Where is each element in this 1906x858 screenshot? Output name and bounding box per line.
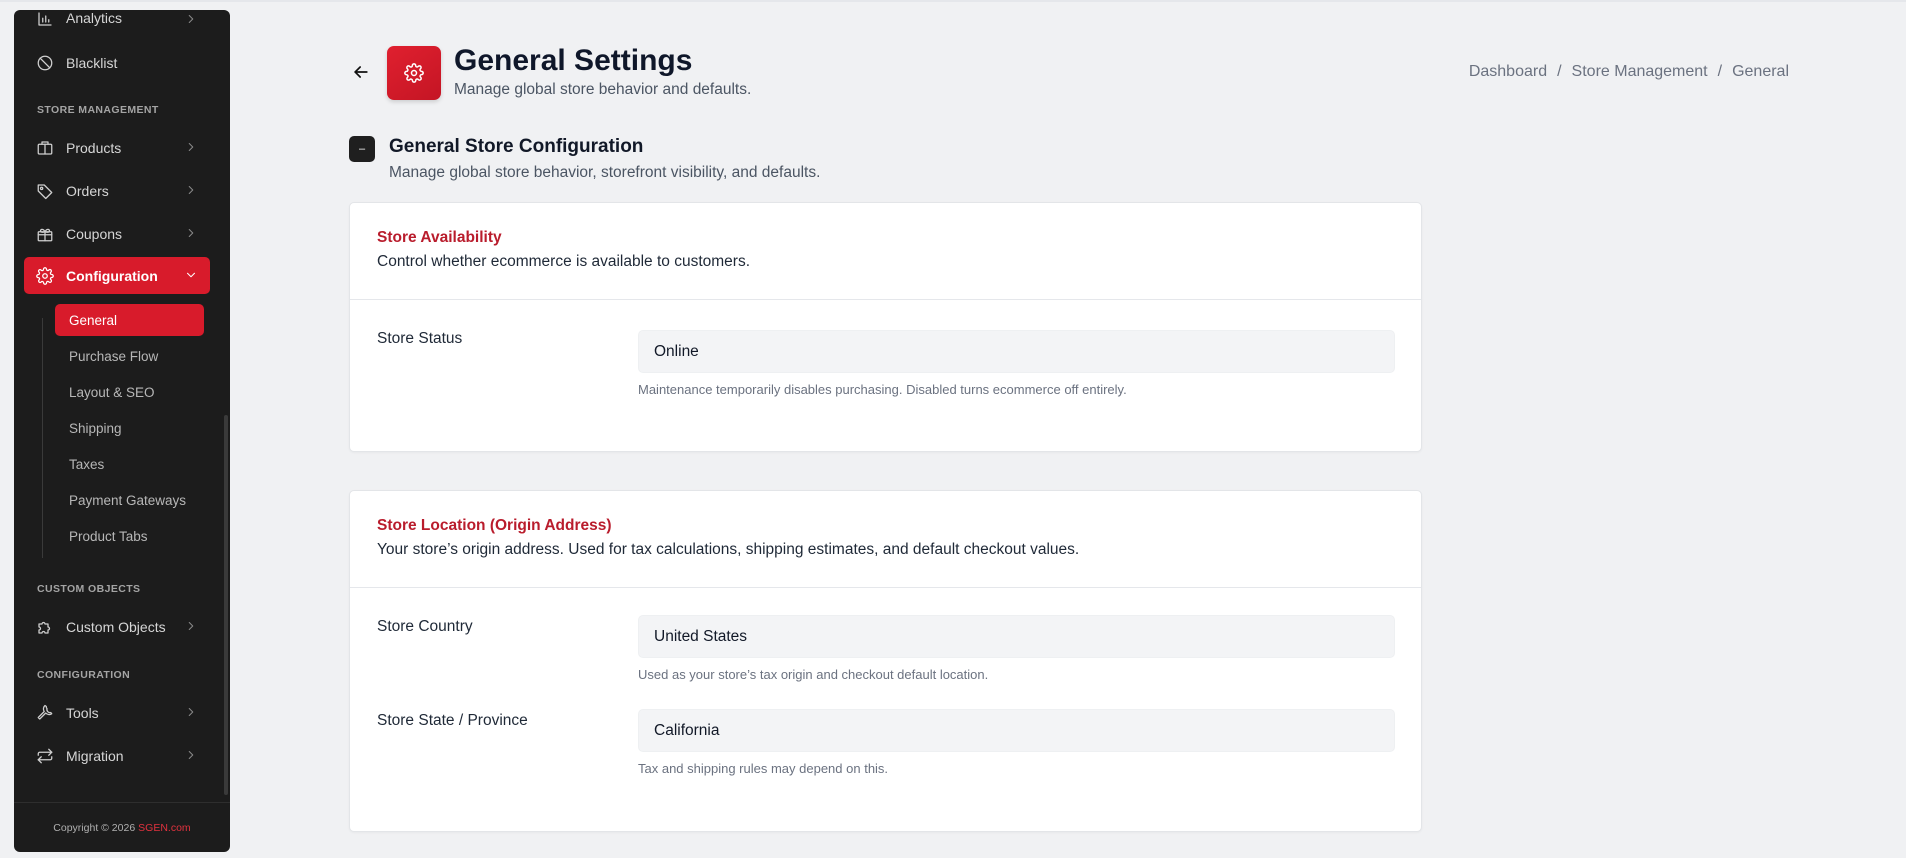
field-help-text: Tax and shipping rules may depend on thi…: [638, 761, 889, 776]
section-subtitle: Manage global store behavior, storefront…: [389, 164, 821, 181]
sidebar-item-orders[interactable]: Orders: [24, 172, 210, 209]
puzzle-icon: [36, 618, 54, 636]
sidebar-item-label: Coupons: [66, 225, 123, 242]
chevron-right-icon: [184, 183, 198, 197]
submenu-item-taxes[interactable]: Taxes: [55, 448, 204, 480]
page-title: General Settings: [454, 44, 693, 77]
breadcrumb-dashboard[interactable]: Dashboard: [1469, 63, 1547, 81]
wrench-icon: [36, 704, 54, 722]
gift-icon: [36, 225, 54, 243]
tag-icon: [36, 182, 54, 200]
field-label: Store Country: [377, 618, 473, 635]
copyright-text: Copyright © 2026: [53, 821, 136, 834]
chevron-right-icon: [184, 619, 198, 633]
sidebar-item-label: Blacklist: [66, 54, 118, 71]
breadcrumb-separator: /: [1717, 63, 1723, 80]
sidebar-scrollbar[interactable]: [224, 415, 228, 795]
box-icon: [36, 139, 54, 157]
breadcrumb: Dashboard / Store Management / General: [1469, 63, 1789, 81]
sidebar-item-blacklist[interactable]: Blacklist: [24, 44, 210, 81]
gear-icon: [36, 266, 54, 285]
breadcrumb-separator: /: [1557, 63, 1562, 80]
submenu-item-payment-gateways[interactable]: Payment Gateways: [55, 484, 204, 516]
card-title: Store Location (Origin Address): [377, 517, 612, 534]
sidebar: Analytics Blacklist STORE MANAGEMENT Pro…: [14, 10, 230, 852]
breadcrumb-general: General: [1732, 63, 1789, 80]
gear-icon: [404, 63, 424, 83]
sidebar-item-label: Orders: [66, 182, 109, 199]
page-subtitle: Manage global store behavior and default…: [454, 81, 752, 98]
section-title: General Store Configuration: [389, 136, 644, 157]
field-help-text: Maintenance temporarily disables purchas…: [638, 382, 1127, 397]
card-title: Store Availability: [377, 229, 502, 246]
sidebar-item-products[interactable]: Products: [24, 129, 210, 166]
store-status-select[interactable]: Online: [638, 330, 1395, 373]
arrow-left-icon: [354, 66, 368, 78]
sidebar-item-label: Products: [66, 139, 122, 156]
sidebar-footer: Copyright © 2026 SGEN.com: [14, 802, 230, 852]
submenu-guide-line: [42, 318, 43, 558]
field-label: Store State / Province: [377, 712, 528, 729]
chevron-right-icon: [184, 226, 198, 240]
card-description: Your store’s origin address. Used for ta…: [377, 541, 1080, 558]
store-state-select[interactable]: California: [638, 709, 1395, 752]
breadcrumb-store-management[interactable]: Store Management: [1572, 63, 1708, 81]
back-button[interactable]: [351, 62, 371, 82]
brand-link[interactable]: SGEN.com: [138, 822, 191, 834]
submenu-item-general[interactable]: General: [55, 304, 204, 336]
sidebar-item-label: Configuration: [66, 267, 158, 284]
submenu-item-product-tabs[interactable]: Product Tabs: [55, 520, 204, 552]
card-description: Control whether ecommerce is available t…: [377, 253, 751, 270]
submenu-item-layout-seo[interactable]: Layout & SEO: [55, 376, 204, 408]
sidebar-item-label: Analytics: [66, 10, 123, 26]
sidebar-item-configuration[interactable]: Configuration: [24, 257, 210, 294]
chevron-right-icon: [184, 748, 198, 762]
submenu-item-purchase-flow[interactable]: Purchase Flow: [55, 340, 204, 372]
sidebar-item-label: Tools: [66, 704, 99, 721]
chevron-right-icon: [184, 140, 198, 154]
card-header: Store Availability Control whether ecomm…: [350, 203, 1421, 300]
chevron-down-icon: [184, 268, 198, 282]
sidebar-item-label: Custom Objects: [66, 618, 166, 635]
store-location-card: Store Location (Origin Address) Your sto…: [349, 490, 1422, 832]
field-help-text: Used as your store’s tax origin and chec…: [638, 667, 989, 682]
chevron-right-icon: [184, 12, 198, 26]
sidebar-item-label: Migration: [66, 747, 124, 764]
card-header: Store Location (Origin Address) Your sto…: [350, 491, 1421, 588]
sidebar-section-configuration: CONFIGURATION: [37, 669, 131, 681]
bar-chart-icon: [36, 10, 54, 28]
sidebar-item-custom-objects[interactable]: Custom Objects: [24, 608, 210, 645]
sidebar-section-store-management: STORE MANAGEMENT: [37, 104, 159, 116]
sidebar-item-analytics[interactable]: Analytics: [24, 10, 210, 30]
settings-header-icon: [387, 46, 441, 100]
store-availability-card: Store Availability Control whether ecomm…: [349, 202, 1422, 452]
sidebar-section-custom-objects: CUSTOM OBJECTS: [37, 583, 141, 595]
sidebar-item-tools[interactable]: Tools: [24, 694, 210, 731]
field-label: Store Status: [377, 330, 463, 347]
collapse-section-button[interactable]: –: [349, 136, 375, 162]
ban-icon: [36, 54, 54, 72]
arrows-swap-icon: [36, 747, 54, 765]
store-country-select[interactable]: United States: [638, 615, 1395, 658]
chevron-right-icon: [184, 705, 198, 719]
top-border: [0, 0, 1906, 2]
sidebar-item-migration[interactable]: Migration: [24, 737, 210, 774]
submenu-item-shipping[interactable]: Shipping: [55, 412, 204, 444]
sidebar-item-coupons[interactable]: Coupons: [24, 215, 210, 252]
